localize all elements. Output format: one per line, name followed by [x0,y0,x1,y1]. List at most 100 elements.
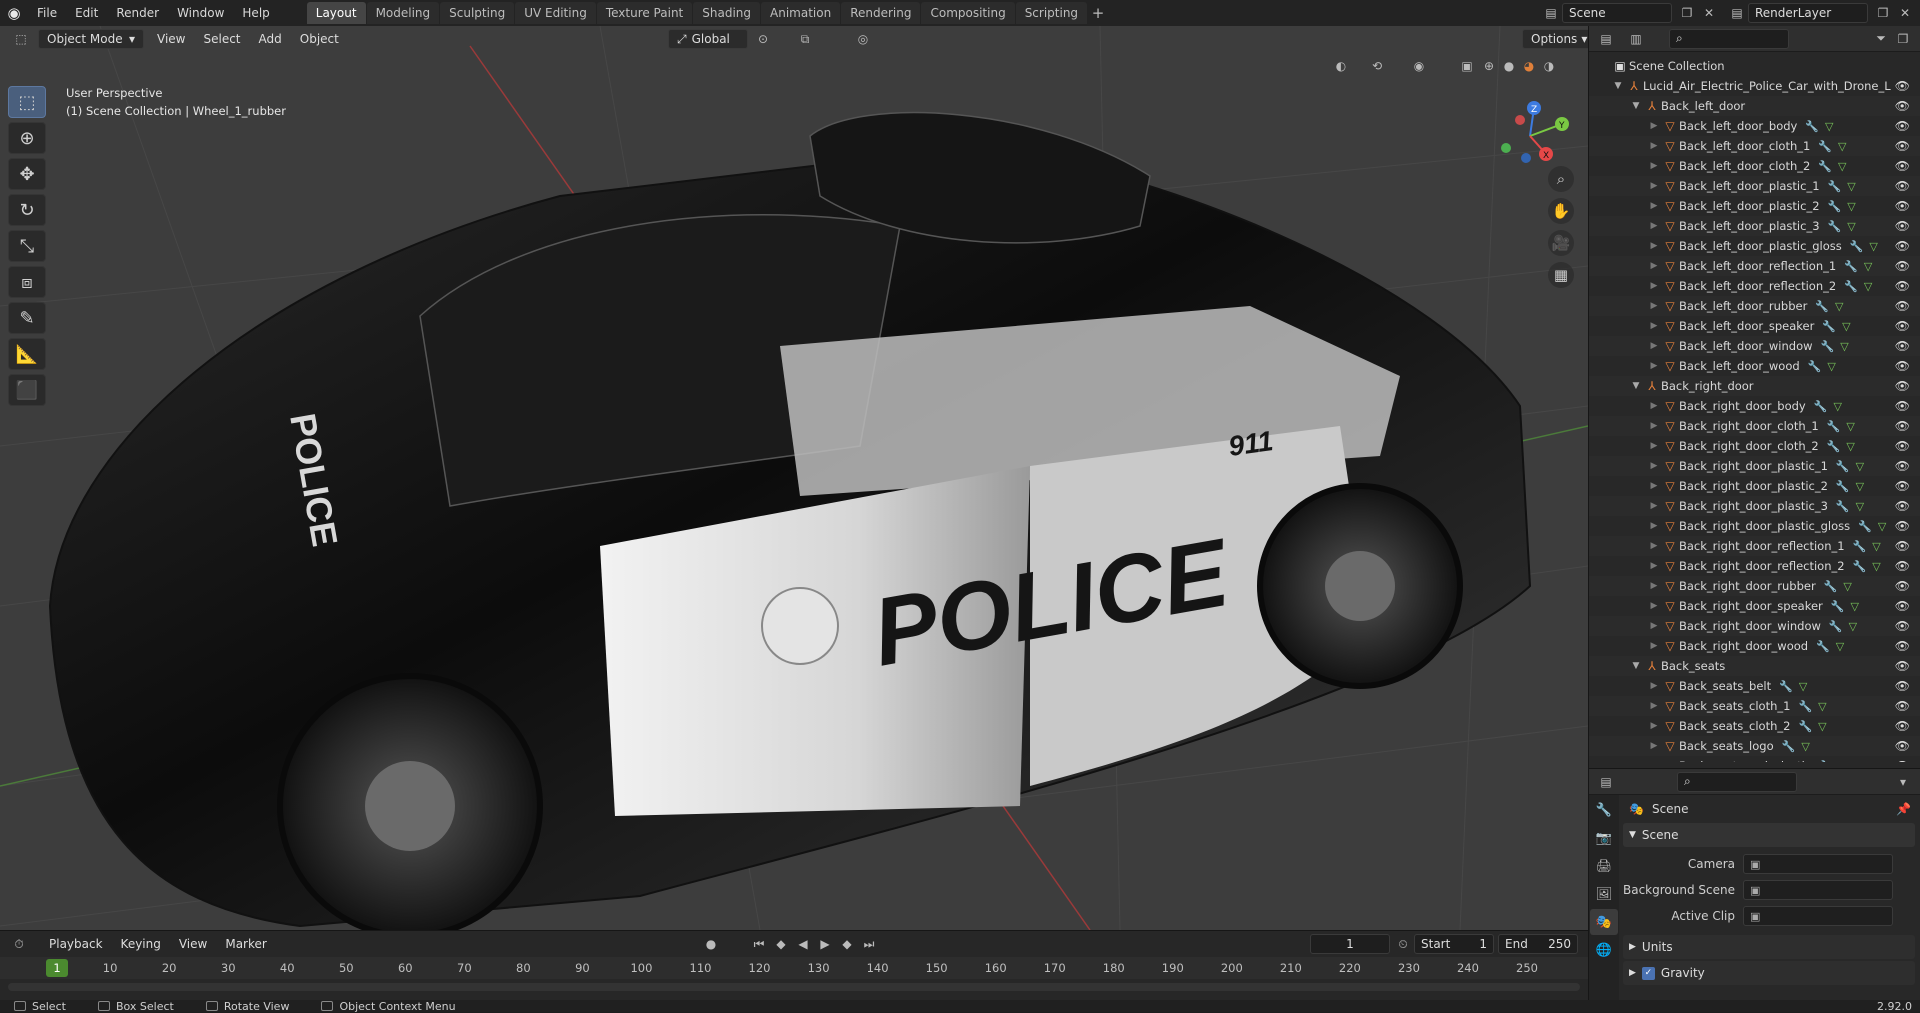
mesh-data-icon[interactable]: ▽ [1825,120,1833,133]
current-frame-field[interactable]: 1 [1310,934,1390,954]
timeline-menu-marker[interactable]: Marker [216,937,275,951]
rendered-shading-icon[interactable]: ◑ [1538,56,1560,76]
outliner-row[interactable]: ▶ ▽ Back_right_door_cloth_2 🔧 ▽ 👁 [1589,436,1920,456]
visibility-eye-icon[interactable]: 👁 [1895,699,1910,713]
mesh-data-icon[interactable]: ▽ [1872,560,1880,573]
modifier-wrench-icon[interactable]: 🔧 [1798,720,1812,733]
object-mode-dropdown[interactable]: Object Mode ▾ [38,29,144,49]
visibility-eye-icon[interactable]: 👁 [1895,359,1910,373]
modifier-wrench-icon[interactable]: 🔧 [1829,620,1843,633]
visibility-eye-icon[interactable]: 👁 [1895,139,1910,153]
outliner-row[interactable]: ▶ ▽ Back_right_door_rubber 🔧 ▽ 👁 [1589,576,1920,596]
visibility-eye-icon[interactable]: 👁 [1895,379,1910,393]
collapsed-triangle-icon[interactable]: ▶ [1647,441,1661,451]
collapsed-triangle-icon[interactable]: ▶ [1647,621,1661,631]
modifier-wrench-icon[interactable]: 🔧 [1816,640,1830,653]
mesh-data-icon[interactable]: ▽ [1833,400,1841,413]
world-tab-icon[interactable]: 🌐 [1590,937,1618,963]
xray-toggle-icon[interactable]: ▣ [1456,56,1478,76]
3d-viewport[interactable]: POLICE 911 POLICE ⬚ Object Mode ▾ View Sel… [0,26,1588,930]
collapsed-triangle-icon[interactable]: ▶ [1647,161,1661,171]
background-scene-field[interactable]: ▣ [1743,880,1893,900]
properties-search-input[interactable]: ⌕ [1677,771,1797,792]
outliner-row[interactable]: ▶ ▽ Back_seats_belt 🔧 ▽ 👁 [1589,676,1920,696]
clock-icon[interactable]: ⏲ [1392,934,1414,954]
viewport-menu-add[interactable]: Add [250,32,291,46]
visibility-eye-icon[interactable]: 👁 [1895,219,1910,233]
visibility-eye-icon[interactable]: 👁 [1895,579,1910,593]
pan-hand-icon[interactable]: ✋ [1548,198,1574,224]
visibility-eye-icon[interactable]: 👁 [1895,719,1910,733]
mesh-data-icon[interactable]: ▽ [1836,640,1844,653]
collapsed-triangle-icon[interactable]: ▶ [1647,641,1661,651]
outliner-row[interactable]: ▼ ⅄ Back_right_door 👁 [1589,376,1920,396]
view-layer-delete-icon[interactable]: ✕ [1894,3,1916,23]
mesh-data-icon[interactable]: ▽ [1856,460,1864,473]
tab-uv-editing[interactable]: UV Editing [515,2,596,24]
collapsed-triangle-icon[interactable]: ▶ [1647,121,1661,131]
outliner-row[interactable]: ▶ ▽ Back_left_door_reflection_1 🔧 ▽ 👁 [1589,256,1920,276]
move-tool-icon[interactable]: ✥ [8,158,46,190]
collapsed-triangle-icon[interactable]: ▶ [1647,741,1661,751]
outliner-row[interactable]: ▶ ▽ Back_right_door_cloth_1 🔧 ▽ 👁 [1589,416,1920,436]
modifier-wrench-icon[interactable]: 🔧 [1821,340,1835,353]
modifier-wrench-icon[interactable]: 🔧 [1836,480,1850,493]
visibility-eye-icon[interactable]: 👁 [1895,99,1910,113]
modifier-wrench-icon[interactable]: 🔧 [1850,240,1864,253]
mesh-data-icon[interactable]: ▽ [1872,540,1880,553]
mesh-data-icon[interactable]: ▽ [1847,200,1855,213]
collapsed-triangle-icon[interactable]: ▶ [1647,681,1661,691]
outliner-row[interactable]: ▶ ▽ Back_right_door_speaker 🔧 ▽ 👁 [1589,596,1920,616]
modifier-wrench-icon[interactable]: 🔧 [1818,160,1832,173]
outliner-row[interactable]: ▶ ▽ Back_left_door_window 🔧 ▽ 👁 [1589,336,1920,356]
scene-field[interactable]: Scene [1562,3,1672,23]
visibility-icon[interactable]: ◐ [1330,56,1352,76]
collapsed-triangle-icon[interactable]: ▶ [1647,761,1661,762]
viewport-menu-select[interactable]: Select [194,32,249,46]
solid-shading-icon[interactable]: ● [1498,56,1520,76]
outliner-row[interactable]: ▶ ▽ Back_right_door_plastic_3 🔧 ▽ 👁 [1589,496,1920,516]
add-cube-tool-icon[interactable]: ⬛ [8,374,46,406]
tab-layout[interactable]: Layout [306,2,366,24]
outliner-row[interactable]: ▼ ⅄ Back_seats 👁 [1589,656,1920,676]
collapsed-triangle-icon[interactable]: ▶ [1647,221,1661,231]
tab-shading[interactable]: Shading [693,2,760,24]
menu-render[interactable]: Render [107,0,168,26]
outliner-row[interactable]: ▼ ⅄ Lucid_Air_Electric_Police_Car_with_Dro… [1589,76,1920,96]
collapsed-triangle-icon[interactable]: ▶ [1647,581,1661,591]
record-icon[interactable]: ● [700,934,722,954]
mesh-data-icon[interactable]: ▽ [1799,680,1807,693]
visibility-eye-icon[interactable]: 👁 [1895,339,1910,353]
mesh-data-icon[interactable]: ▽ [1849,620,1857,633]
outliner-row[interactable]: ▶ ▽ Back_right_door_reflection_1 🔧 ▽ 👁 [1589,536,1920,556]
visibility-eye-icon[interactable]: 👁 [1895,259,1910,273]
outliner-row[interactable]: ▼ ⅄ Back_left_door 👁 [1589,96,1920,116]
properties-options-icon[interactable]: ▾ [1892,772,1914,792]
collapsed-triangle-icon[interactable]: ▶ [1647,341,1661,351]
zoom-icon[interactable]: ⌕ [1548,166,1574,192]
blender-logo-icon[interactable]: ◉ [0,0,28,26]
viewport-menu-object[interactable]: Object [291,32,348,46]
view-layer-browse-icon[interactable]: ▤ [1726,3,1748,23]
filter-icon[interactable]: ⏷ [1870,29,1892,49]
mesh-data-icon[interactable]: ▽ [1818,720,1826,733]
camera-field[interactable]: ▣ [1743,854,1893,874]
modifier-wrench-icon[interactable]: 🔧 [1828,220,1842,233]
collapsed-triangle-icon[interactable]: ▶ [1647,501,1661,511]
visibility-eye-icon[interactable]: 👁 [1895,499,1910,513]
collapsed-triangle-icon[interactable]: ▶ [1647,261,1661,271]
visibility-eye-icon[interactable]: 👁 [1895,759,1910,762]
mesh-data-icon[interactable]: ▽ [1864,280,1872,293]
expand-triangle-icon[interactable]: ▼ [1629,661,1643,671]
visibility-eye-icon[interactable]: 👁 [1895,519,1910,533]
mesh-data-icon[interactable]: ▽ [1838,160,1846,173]
wireframe-shading-icon[interactable]: ⊕ [1478,56,1500,76]
collapsed-triangle-icon[interactable]: ▶ [1647,421,1661,431]
collapsed-triangle-icon[interactable]: ▶ [1647,541,1661,551]
scale-tool-icon[interactable]: ⤡ [8,230,46,262]
timeline-ruler[interactable]: 1 10 20 30 40 50 60 70 80 90 100 110 120 130 140 150 160… [0,957,1588,979]
modifier-wrench-icon[interactable]: 🔧 [1853,540,1867,553]
tab-texture-paint[interactable]: Texture Paint [596,2,693,24]
outliner-row[interactable]: ▶ ▽ Back_left_door_reflection_2 🔧 ▽ 👁 [1589,276,1920,296]
perspective-grid-icon[interactable]: ▦ [1548,262,1574,288]
